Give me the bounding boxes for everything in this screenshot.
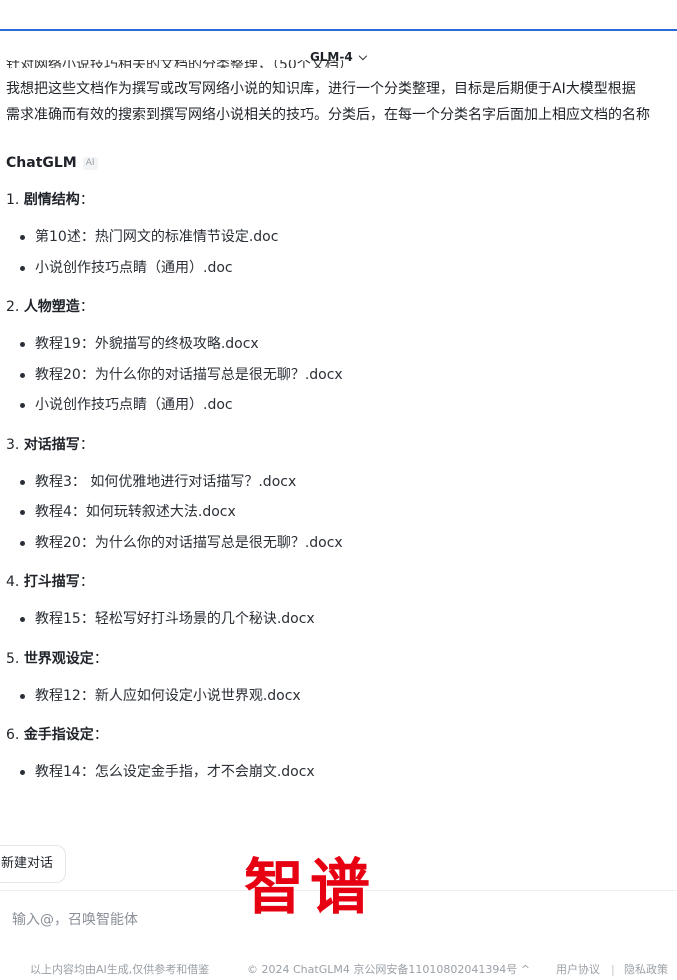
- document-list-item: 教程20：为什么你的对话描写总是很无聊？.docx: [0, 528, 677, 559]
- zhipu-watermark: 智谱: [244, 853, 376, 923]
- document-list-item: 小说创作技巧点睛（通用）.doc: [0, 390, 677, 421]
- ai-badge: AI: [82, 157, 98, 170]
- document-list: 教程12：新人应如何设定小说世界观.docx: [0, 681, 677, 712]
- section-title: 1. 剧情结构：: [6, 188, 677, 212]
- model-name: GLM-4: [309, 50, 353, 64]
- document-list: 教程14：怎么设定金手指，才不会崩文.docx: [0, 757, 677, 788]
- section-title-text: 金手指设定: [23, 727, 94, 743]
- section-colon: ：: [79, 192, 94, 208]
- chat-content: 针对网络小说技巧相关的文档的分类整理，（50个文档） 我想把这些文档作为撰写或改…: [0, 60, 677, 850]
- model-selector[interactable]: GLM-4 ⌵: [0, 50, 677, 65]
- section-title-text: 打斗描写: [23, 574, 80, 590]
- document-list: 教程19：外貌描写的终极攻略.docx 教程20：为什么你的对话描写总是很无聊？.…: [0, 329, 677, 421]
- new-chat-button[interactable]: 新建对话: [0, 845, 67, 883]
- user-message: 针对网络小说技巧相关的文档的分类整理，（50个文档） 我想把这些文档作为撰写或改…: [0, 60, 677, 128]
- footer-disclaimer: 以上内容均由AI生成,仅供参考和借鉴: [30, 963, 210, 976]
- user-message-line: 需求准确而有效的搜索到撰写网络小说相关的技巧。分类后，在每一个分类名字后面加上相…: [6, 107, 650, 123]
- section-title: 6. 金手指设定：: [6, 723, 677, 747]
- footer: 以上内容均由AI生成,仅供参考和借鉴 © 2024 ChatGLM4 京公网安备…: [0, 960, 677, 980]
- document-list-item: 教程12：新人应如何设定小说世界观.docx: [0, 681, 677, 712]
- section-number: 3.: [6, 436, 20, 453]
- footer-separator: |: [611, 963, 615, 976]
- section-colon: ：: [93, 727, 108, 743]
- user-agreement-link[interactable]: 用户协议: [556, 960, 600, 980]
- section-title: 2. 人物塑造：: [6, 295, 677, 319]
- document-list: 第10述：热门网文的标准情节设定.doc 小说创作技巧点睛（通用）.doc: [0, 222, 677, 283]
- section-title-text: 世界观设定: [23, 650, 94, 667]
- document-list: 教程3： 如何优雅地进行对话描写？.docx 教程4：如何玩转叙述大法.docx 教…: [0, 467, 677, 559]
- section-title-text: 对话描写: [23, 436, 80, 453]
- user-message-line: 我想把这些文档作为撰写或改写网络小说的知识库，进行一个分类整理，目标是后期便于A…: [6, 81, 636, 97]
- section-colon: ：: [79, 299, 94, 315]
- document-list-item: 教程20：为什么你的对话描写总是很无聊？.docx: [0, 360, 677, 391]
- section-number: 2.: [6, 299, 20, 315]
- privacy-policy-link[interactable]: 隐私政策: [624, 960, 668, 980]
- section-number: 6.: [6, 727, 20, 743]
- document-list-item: 教程19：外貌描写的终极攻略.docx: [0, 329, 677, 360]
- document-list-item: 教程3： 如何优雅地进行对话描写？.docx: [0, 467, 677, 498]
- document-list-item: 教程15：轻松写好打斗场景的几个秘诀.docx: [0, 604, 677, 635]
- section-colon: ：: [93, 650, 108, 667]
- top-accent-rule: [0, 29, 677, 31]
- document-list-item: 教程14：怎么设定金手指，才不会崩文.docx: [0, 757, 677, 788]
- section-title-text: 剧情结构: [23, 192, 80, 208]
- document-list: 教程15：轻松写好打斗场景的几个秘诀.docx: [0, 604, 677, 635]
- assistant-answer: 1. 剧情结构： 第10述：热门网文的标准情节设定.doc 小说创作技巧点睛（通用）…: [0, 188, 677, 788]
- section-number: 1.: [6, 192, 20, 208]
- assistant-header: ChatGLM AI: [6, 150, 677, 176]
- footer-copyright: © 2024 ChatGLM4 京公网安备11010802041394号 ^: [247, 963, 531, 976]
- section-title: 5. 世界观设定：: [6, 647, 677, 671]
- document-list-item: 第10述：热门网文的标准情节设定.doc: [0, 222, 677, 253]
- section-title: 4. 打斗描写：: [6, 570, 677, 594]
- document-list-item: 教程4：如何玩转叙述大法.docx: [0, 497, 677, 528]
- section-colon: ：: [79, 436, 94, 453]
- section-number: 5.: [6, 650, 20, 667]
- chevron-down-icon: ⌵: [358, 50, 368, 63]
- section-colon: ：: [79, 574, 94, 590]
- document-list-item: 小说创作技巧点睛（通用）.doc: [0, 253, 677, 284]
- section-title: 3. 对话描写：: [6, 433, 677, 457]
- section-title-text: 人物塑造: [23, 299, 80, 315]
- assistant-name: ChatGLM: [6, 155, 77, 171]
- section-number: 4.: [6, 574, 20, 590]
